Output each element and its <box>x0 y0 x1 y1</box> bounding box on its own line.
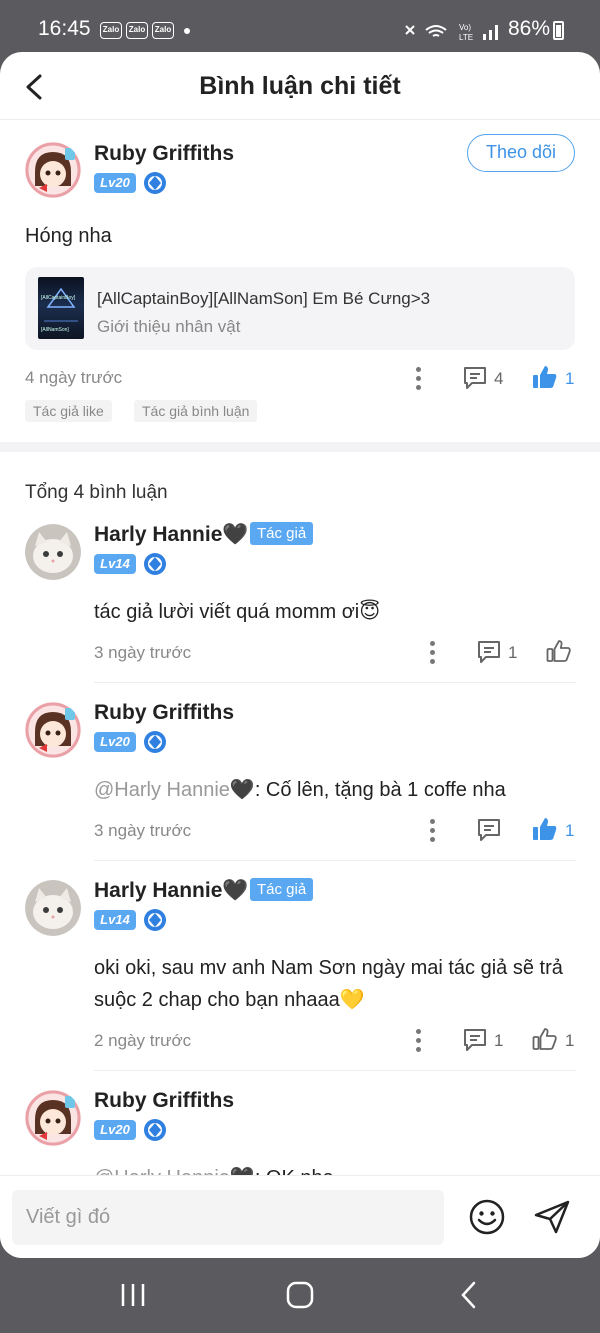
status-bar: 16:45 Zalo Zalo Zalo Vo) LTE 86% <box>0 0 600 56</box>
comment-detail-screen: Bình luận chi tiết Ruby Griffiths Lv20 T… <box>0 52 600 1258</box>
like-outline-icon[interactable] <box>532 1026 558 1052</box>
comment-count: 4 <box>494 369 504 388</box>
story-cover-image: [AllCaptainBoy] [AllNamSon] <box>38 277 84 339</box>
comment-text: tác giả lười viết quá momm ơi😇 <box>94 601 381 623</box>
level-badge: Lv20 <box>94 173 136 193</box>
svg-text:LTE: LTE <box>459 33 473 42</box>
avatar[interactable] <box>25 1090 81 1146</box>
reply-icon[interactable] <box>476 639 502 665</box>
avatar[interactable] <box>25 524 81 580</box>
post-author-name[interactable]: Ruby Griffiths <box>94 142 234 166</box>
zalo-notification-icon: Zalo <box>152 22 174 39</box>
battery-icon <box>553 21 564 40</box>
notification-dot-icon <box>184 28 190 34</box>
post-text: Hóng nha <box>25 225 112 247</box>
story-subtitle: Giới thiệu nhân vật <box>97 317 241 336</box>
avatar[interactable] <box>25 880 81 936</box>
story-title: [AllCaptainBoy][AllNamSon] Em Bé Cưng>3 <box>97 289 431 308</box>
more-options-icon[interactable] <box>430 819 436 843</box>
status-time: 16:45 <box>38 17 91 40</box>
vip-badge-icon <box>144 553 166 575</box>
zalo-notification-icon: Zalo <box>126 22 148 39</box>
level-badge: Lv20 <box>94 732 136 752</box>
reply-icon[interactable] <box>476 817 502 843</box>
mention-link[interactable]: @Harly Hannie🖤 <box>94 779 255 801</box>
signal-wifi-icons: Vo) LTE <box>405 23 498 42</box>
battery-percent: 86% <box>508 17 551 40</box>
vip-badge-icon <box>144 909 166 931</box>
comment-author-name[interactable]: Ruby Griffiths <box>94 1089 234 1113</box>
comment-time: 3 ngày trước <box>94 643 192 662</box>
section-divider <box>0 442 600 452</box>
header: Bình luận chi tiết <box>0 52 600 120</box>
comment-input[interactable]: Viết gì đó <box>12 1190 444 1245</box>
home-icon[interactable] <box>286 1281 314 1309</box>
svg-text:Vo): Vo) <box>459 23 471 32</box>
like-count: 1 <box>565 821 575 840</box>
emoji-icon[interactable] <box>469 1199 505 1235</box>
back-nav-icon[interactable] <box>458 1280 480 1310</box>
reply-count: 1 <box>494 1031 504 1050</box>
like-count: 1 <box>565 1031 575 1050</box>
comment-author-name[interactable]: Ruby Griffiths <box>94 701 234 725</box>
level-badge: Lv14 <box>94 554 136 574</box>
like-filled-icon[interactable] <box>532 364 558 390</box>
page-title: Bình luận chi tiết <box>199 72 401 100</box>
comment-author-name[interactable]: Harly Hannie🖤 <box>94 879 249 903</box>
author-liked-tag: Tác giả like <box>25 400 112 422</box>
author-tag: Tác giả <box>250 522 314 545</box>
vip-badge-icon <box>144 731 166 753</box>
like-count: 1 <box>565 369 575 388</box>
system-nav-bar <box>0 1258 600 1333</box>
comment-text: @Harly Hannie🖤: Cố lên, tặng bà 1 coffe … <box>94 779 506 801</box>
comment-separator <box>94 1070 576 1071</box>
avatar[interactable] <box>25 702 81 758</box>
comment-time: 2 ngày trước <box>94 1031 192 1050</box>
avatar[interactable] <box>25 142 81 198</box>
comment-author-name[interactable]: Harly Hannie🖤 <box>94 523 249 547</box>
more-options-icon[interactable] <box>416 1029 422 1053</box>
comment-separator <box>94 860 576 861</box>
story-card[interactable]: [AllCaptainBoy] [AllNamSon] [AllCaptainB… <box>25 267 575 350</box>
comment-input-bar: Viết gì đó <box>0 1175 600 1258</box>
comment-time: 3 ngày trước <box>94 821 192 840</box>
recent-apps-icon[interactable] <box>118 1282 148 1308</box>
vip-badge-icon <box>144 1119 166 1141</box>
like-filled-icon[interactable] <box>532 816 558 842</box>
comment-text: oki oki, sau mv anh Nam Sơn ngày mai tác… <box>94 957 563 1011</box>
reply-icon[interactable] <box>462 1027 488 1053</box>
author-tag: Tác giả <box>250 878 314 901</box>
reply-count: 1 <box>508 643 518 662</box>
follow-button[interactable]: Theo dõi <box>467 134 575 172</box>
comment-icon[interactable] <box>462 365 488 391</box>
post-time: 4 ngày trước <box>25 368 123 387</box>
zalo-notification-icon: Zalo <box>100 22 122 39</box>
more-options-icon[interactable] <box>416 367 422 391</box>
level-badge: Lv14 <box>94 910 136 930</box>
level-badge: Lv20 <box>94 1120 136 1140</box>
total-comments-label: Tổng 4 bình luận <box>25 482 168 503</box>
more-options-icon[interactable] <box>430 641 436 665</box>
author-commented-tag: Tác giả bình luận <box>134 400 258 422</box>
comment-separator <box>94 682 576 683</box>
vip-badge-icon <box>144 172 166 194</box>
send-icon[interactable] <box>533 1199 571 1235</box>
like-outline-icon[interactable] <box>546 638 572 664</box>
